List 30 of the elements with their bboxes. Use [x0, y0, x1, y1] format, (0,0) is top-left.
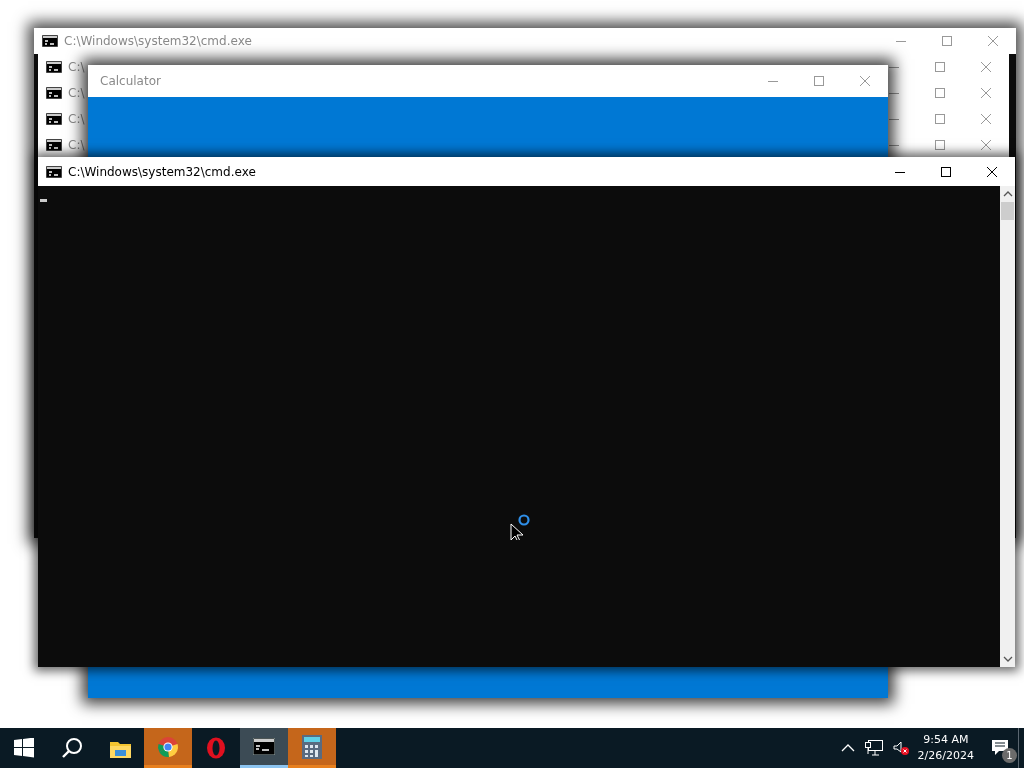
start-button — [14, 738, 34, 758]
console-icon — [42, 35, 58, 47]
console-icon — [46, 165, 62, 178]
title-bar[interactable]: C:\Windows\system32\cmd.exe — [38, 157, 1015, 186]
search-button — [61, 737, 83, 759]
console-icon — [253, 738, 275, 755]
speaker-muted-icon[interactable] — [892, 741, 909, 755]
console-icon — [46, 139, 62, 151]
clock-time[interactable]: 9:54 AM — [923, 732, 969, 748]
console-icon — [46, 61, 62, 73]
window-title: C:\Windows\system32\cmd.exe — [68, 164, 256, 179]
notification-count: 1 — [1002, 748, 1017, 763]
scrollbar[interactable] — [1000, 186, 1015, 667]
network-icon[interactable] — [864, 740, 883, 756]
console-icon — [46, 87, 62, 99]
chrome-icon — [157, 735, 179, 758]
calculator-icon — [301, 734, 323, 759]
chevron-up-icon[interactable] — [840, 743, 855, 753]
scroll-thumb[interactable] — [1001, 202, 1014, 220]
close-button[interactable] — [986, 165, 998, 178]
window-title: Calculator — [100, 74, 161, 88]
opera-icon — [205, 737, 227, 759]
action-center-button[interactable]: 1 — [982, 728, 1018, 768]
console-icon — [46, 113, 62, 125]
clock-date[interactable]: 2/26/2024 — [917, 748, 974, 764]
window-title: C:\Windows\system32\cmd.exe — [64, 34, 252, 48]
text-cursor — [40, 199, 47, 202]
maximize-button[interactable] — [940, 165, 952, 178]
taskbar-button[interactable] — [240, 728, 288, 768]
window-title: C:\ — [68, 60, 85, 74]
